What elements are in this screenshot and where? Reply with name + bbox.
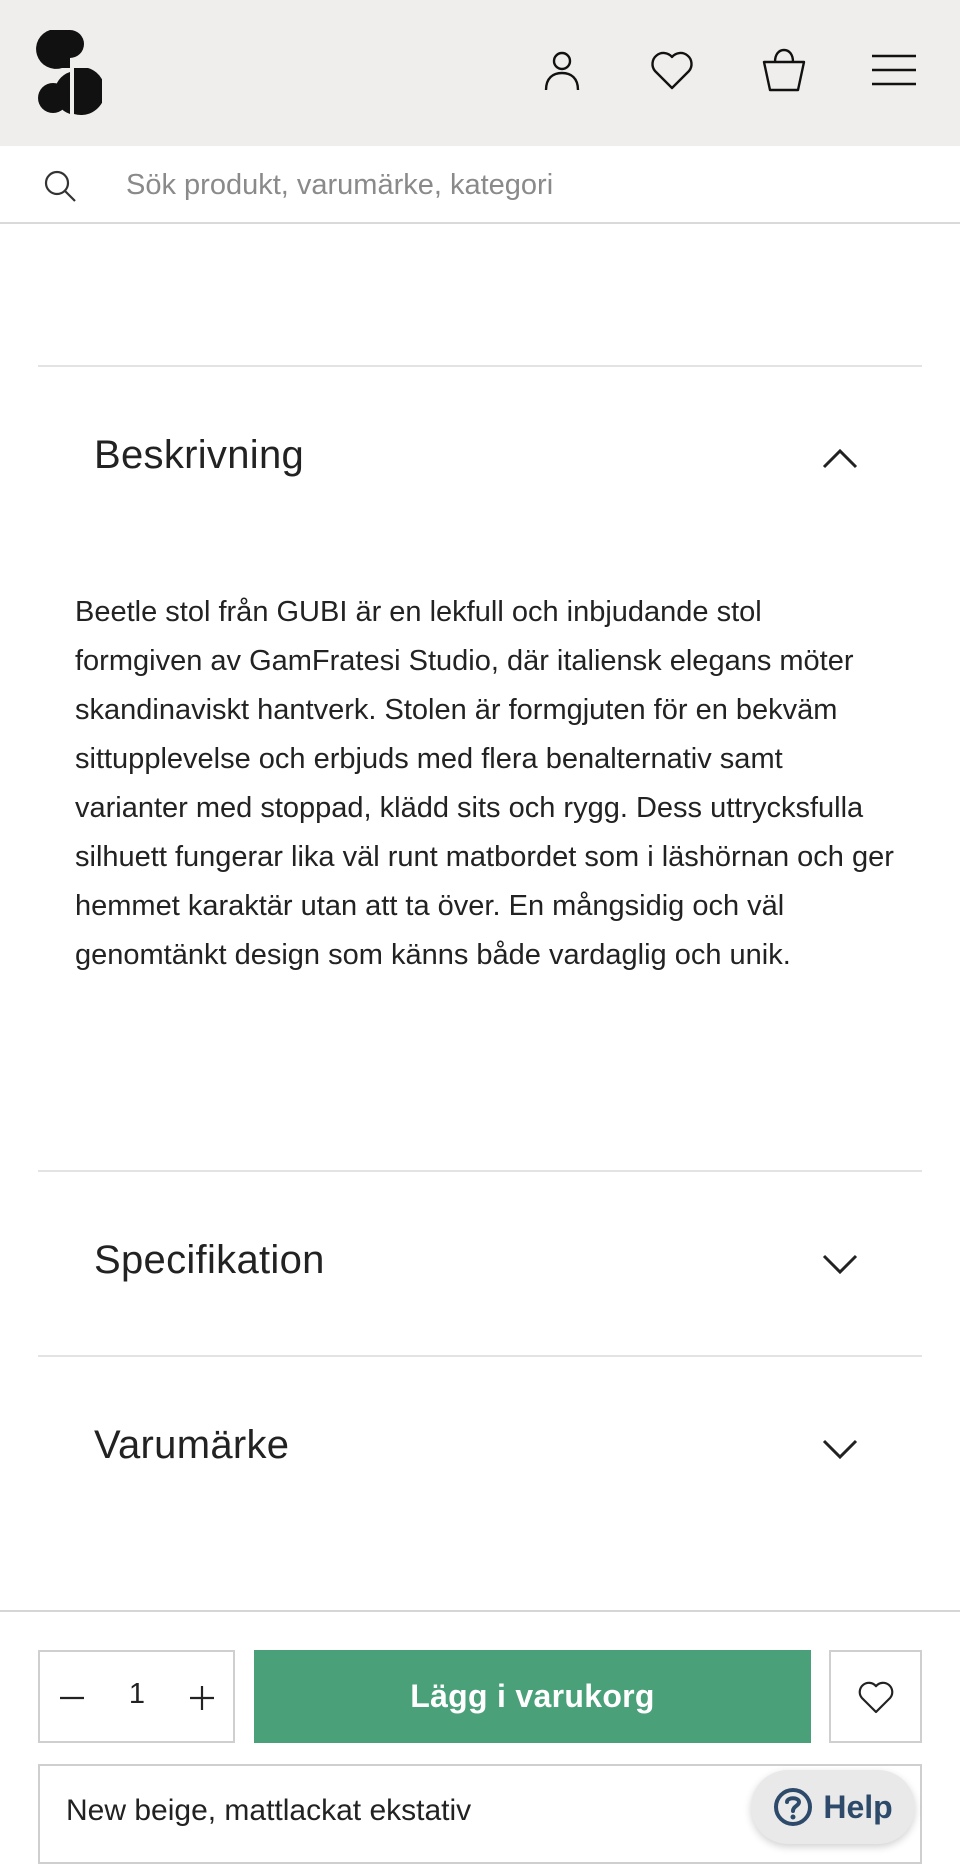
divider bbox=[38, 1355, 922, 1357]
search-icon[interactable] bbox=[42, 168, 78, 204]
accordion-description-title: Beskrivning bbox=[94, 433, 305, 477]
accordion-brand-header[interactable]: Varumärke bbox=[38, 1387, 922, 1507]
help-button[interactable]: Help bbox=[751, 1770, 915, 1844]
minus-icon bbox=[60, 1696, 84, 1700]
divider bbox=[38, 1170, 922, 1172]
heart-icon bbox=[651, 51, 693, 90]
user-icon bbox=[544, 51, 580, 91]
menu-icon bbox=[872, 54, 916, 86]
purchase-bar-divider bbox=[0, 1610, 960, 1612]
accordion-description-header[interactable]: Beskrivning bbox=[38, 397, 922, 517]
site-header bbox=[0, 0, 960, 146]
chevron-down-icon bbox=[822, 1254, 858, 1275]
chevron-down-icon bbox=[822, 1439, 858, 1460]
increase-quantity-button[interactable] bbox=[180, 1676, 224, 1720]
add-to-cart-button[interactable]: Lägg i varukorg bbox=[254, 1650, 811, 1743]
accordion-brand-title: Varumärke bbox=[94, 1423, 290, 1467]
account-button[interactable] bbox=[536, 44, 588, 96]
cart-button[interactable] bbox=[758, 44, 810, 96]
quantity-stepper: 1 bbox=[38, 1650, 235, 1743]
plus-icon bbox=[190, 1686, 214, 1710]
decrease-quantity-button[interactable] bbox=[50, 1676, 94, 1720]
accordion-specification-header[interactable]: Specifikation bbox=[38, 1202, 922, 1322]
search-input[interactable] bbox=[126, 160, 906, 210]
s-logo-icon[interactable] bbox=[36, 24, 102, 118]
heart-icon bbox=[858, 1681, 893, 1713]
menu-button[interactable] bbox=[868, 44, 920, 96]
chevron-up-icon bbox=[822, 448, 858, 469]
question-icon bbox=[774, 1788, 813, 1826]
divider bbox=[38, 365, 922, 367]
accordion-specification-title: Specifikation bbox=[94, 1238, 325, 1282]
add-to-wishlist-button[interactable] bbox=[829, 1650, 922, 1743]
quantity-value[interactable]: 1 bbox=[104, 1678, 170, 1711]
product-description: Beetle stol från GUBI är en lekfull och … bbox=[75, 596, 894, 971]
help-label: Help bbox=[823, 1788, 893, 1825]
variant-label: New beige, mattlackat ekstativ bbox=[66, 1794, 472, 1827]
wishlist-button[interactable] bbox=[646, 44, 698, 96]
bag-icon bbox=[762, 48, 806, 92]
